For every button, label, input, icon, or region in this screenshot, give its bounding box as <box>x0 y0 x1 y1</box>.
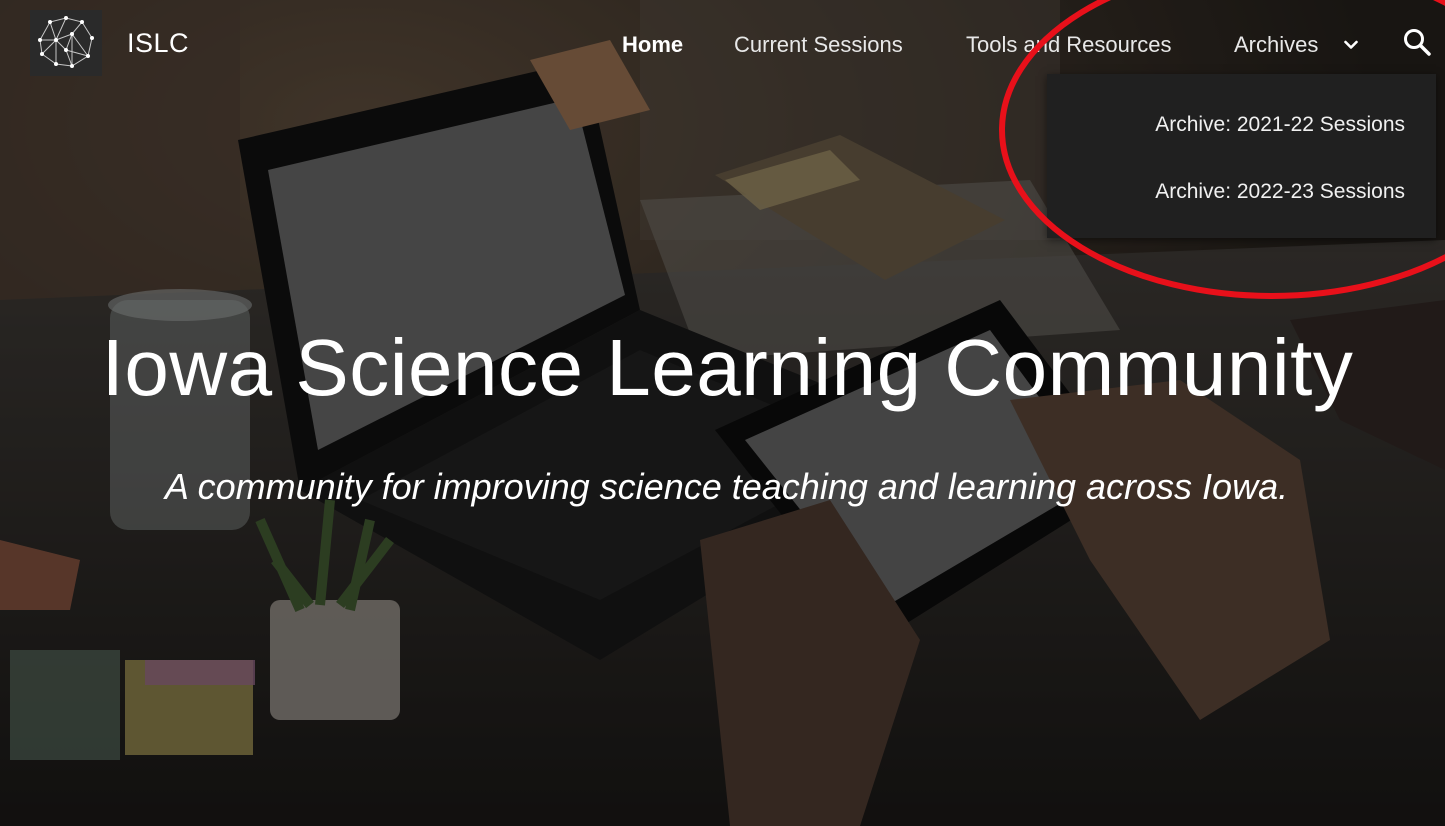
nav-current-sessions[interactable]: Current Sessions <box>734 32 903 58</box>
page: ISLC Home Current Sessions Tools and Res… <box>0 0 1445 826</box>
chevron-down-icon[interactable] <box>1344 40 1358 50</box>
nav-archives[interactable]: Archives <box>1234 32 1318 58</box>
search-icon[interactable] <box>1402 27 1432 57</box>
dropdown-item-archive-2021-22[interactable]: Archive: 2021-22 Sessions <box>1155 113 1405 137</box>
site-name[interactable]: ISLC <box>127 28 189 59</box>
hero-title: Iowa Science Learning Community <box>101 323 1354 412</box>
brain-network-icon <box>38 16 94 68</box>
archives-dropdown-menu: Archive: 2021-22 Sessions Archive: 2022-… <box>1047 74 1436 238</box>
nav-tools-and-resources[interactable]: Tools and Resources <box>966 32 1171 58</box>
nav-home[interactable]: Home <box>622 32 683 58</box>
hero-subtitle: A community for improving science teachi… <box>164 466 1289 507</box>
site-logo[interactable] <box>30 10 102 76</box>
dropdown-item-archive-2022-23[interactable]: Archive: 2022-23 Sessions <box>1155 180 1405 204</box>
